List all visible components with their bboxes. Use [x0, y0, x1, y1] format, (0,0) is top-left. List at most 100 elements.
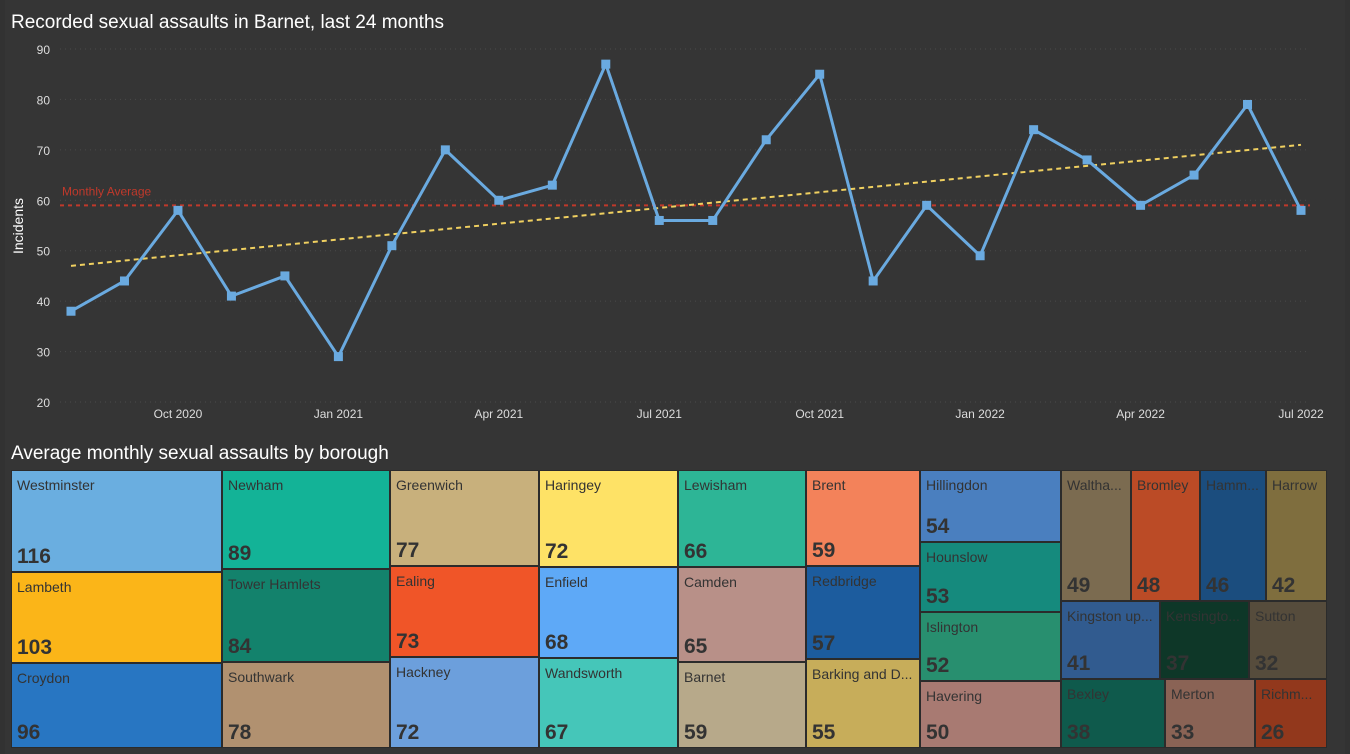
data-point [601, 59, 611, 69]
treemap-title: Average monthly sexual assaults by borou… [11, 443, 389, 464]
tile-label: Sutton [1255, 608, 1296, 624]
treemap-tile[interactable]: Wandsworth 67 [539, 658, 678, 748]
treemap-tile[interactable]: Newham 89 [222, 470, 390, 569]
tile-value: 66 [684, 540, 708, 563]
treemap-tile[interactable]: Hamm... 46 [1200, 470, 1266, 601]
x-tick-label: Oct 2021 [795, 407, 844, 421]
treemap-tile[interactable]: Southwark 78 [222, 662, 390, 748]
tile-label: Waltha... [1067, 477, 1122, 493]
treemap-tile[interactable]: Barking and D... 55 [806, 659, 920, 748]
tile-label: Haringey [545, 477, 602, 493]
treemap-tile[interactable]: Tower Hamlets 84 [222, 569, 390, 662]
y-tick-label: 90 [37, 43, 51, 57]
x-tick-label: Jul 2021 [637, 407, 683, 421]
treemap-tile[interactable]: Hounslow 53 [920, 542, 1061, 612]
x-tick-label: Jan 2021 [314, 407, 364, 421]
tile-label: Kensingto... [1166, 608, 1240, 624]
tile-value: 67 [545, 721, 569, 744]
gridlines [60, 48, 1310, 403]
treemap-tile[interactable]: Hillingdon 54 [920, 470, 1061, 542]
treemap-tile[interactable]: Redbridge 57 [806, 566, 920, 659]
tile-value: 26 [1261, 721, 1285, 744]
data-point [119, 276, 129, 286]
treemap-tile[interactable]: Islington 52 [920, 612, 1061, 681]
treemap-tile[interactable]: Richm... 26 [1255, 679, 1327, 748]
data-point [868, 276, 878, 286]
y-tick-label: 70 [37, 144, 51, 158]
treemap-tile[interactable]: Harrow 42 [1266, 470, 1327, 601]
tile-label: Camden [684, 574, 737, 590]
series-line [70, 62, 1303, 359]
tile-value: 38 [1067, 721, 1091, 744]
tile-value: 50 [926, 721, 950, 744]
y-tick-label: 60 [37, 194, 51, 208]
treemap-tile[interactable]: Kensingto... 37 [1160, 601, 1249, 679]
tile-label: Hillingdon [926, 477, 988, 493]
treemap-tile[interactable]: Westminster 116 [11, 470, 222, 572]
tile-value: 103 [17, 636, 53, 659]
treemap-tile[interactable]: Lambeth 103 [11, 572, 222, 663]
data-point [280, 271, 290, 281]
tile-label: Westminster [17, 477, 95, 493]
tile-label: Bromley [1137, 477, 1189, 493]
tile-value: 42 [1272, 574, 1296, 597]
treemap-tile[interactable]: Ealing 73 [390, 566, 539, 657]
treemap-tile[interactable]: Kingston up... 41 [1061, 601, 1160, 679]
data-point [1296, 205, 1306, 215]
tile-label: Harrow [1272, 477, 1318, 493]
tile-value: 54 [926, 515, 950, 538]
data-point [66, 306, 76, 316]
tile-value: 84 [228, 635, 252, 658]
data-point [440, 145, 450, 155]
tile-label: Hamm... [1206, 477, 1259, 493]
treemap-tile[interactable]: Barnet 59 [678, 662, 806, 748]
data-point [1029, 125, 1039, 135]
line-chart: 20 30 40 50 60 70 80 90 Oct 2020 Jan 2021 Apr 202… [10, 43, 1324, 421]
tile-label: Greenwich [396, 477, 463, 493]
tile-value: 37 [1166, 652, 1190, 675]
treemap-tile[interactable]: Sutton 32 [1249, 601, 1327, 679]
x-tick-label: Apr 2022 [1116, 407, 1165, 421]
x-tick-label: Apr 2021 [474, 407, 523, 421]
data-point [333, 352, 343, 362]
tile-value: 77 [396, 539, 420, 562]
tile-label: Richm... [1261, 686, 1313, 702]
treemap-tile[interactable]: Camden 65 [678, 567, 806, 662]
treemap-tile[interactable]: Croydon 96 [11, 663, 222, 748]
data-point [387, 241, 397, 251]
y-axis: 20 30 40 50 60 70 80 90 [37, 43, 51, 410]
treemap-tile[interactable]: Lewisham 66 [678, 470, 806, 567]
tile-value: 96 [17, 721, 41, 744]
tile-label: Brent [812, 477, 846, 493]
data-point [922, 200, 932, 210]
treemap-tile[interactable]: Bromley 48 [1131, 470, 1200, 601]
tile-label: Merton [1171, 686, 1215, 702]
y-tick-label: 40 [37, 295, 51, 309]
x-tick-label: Jul 2022 [1278, 407, 1324, 421]
data-point [226, 291, 236, 301]
tile-value: 32 [1255, 652, 1279, 675]
treemap-tile[interactable]: Greenwich 77 [390, 470, 539, 566]
data-point [547, 180, 557, 190]
data-point [1243, 99, 1253, 109]
y-axis-label: Incidents [10, 198, 26, 254]
tile-label: Havering [926, 688, 983, 704]
tile-label: Barnet [684, 669, 726, 685]
treemap-tile[interactable]: Haringey 72 [539, 470, 678, 567]
tile-label: Hackney [396, 664, 451, 680]
treemap-tile[interactable]: Hackney 72 [390, 657, 539, 748]
data-point [975, 251, 985, 261]
tile-value: 33 [1171, 721, 1195, 744]
treemap-tile[interactable]: Havering 50 [920, 681, 1061, 748]
tile-value: 41 [1067, 652, 1091, 675]
treemap-tile[interactable]: Waltha... 49 [1061, 470, 1131, 601]
treemap-tile[interactable]: Bexley 38 [1061, 679, 1165, 748]
tile-value: 59 [684, 721, 708, 744]
data-point [1136, 200, 1146, 210]
tile-value: 52 [926, 654, 950, 677]
tile-value: 53 [926, 585, 950, 608]
treemap-tile[interactable]: Brent 59 [806, 470, 920, 566]
data-point [1189, 170, 1199, 180]
treemap-tile[interactable]: Enfield 68 [539, 567, 678, 658]
treemap-tile[interactable]: Merton 33 [1165, 679, 1255, 748]
